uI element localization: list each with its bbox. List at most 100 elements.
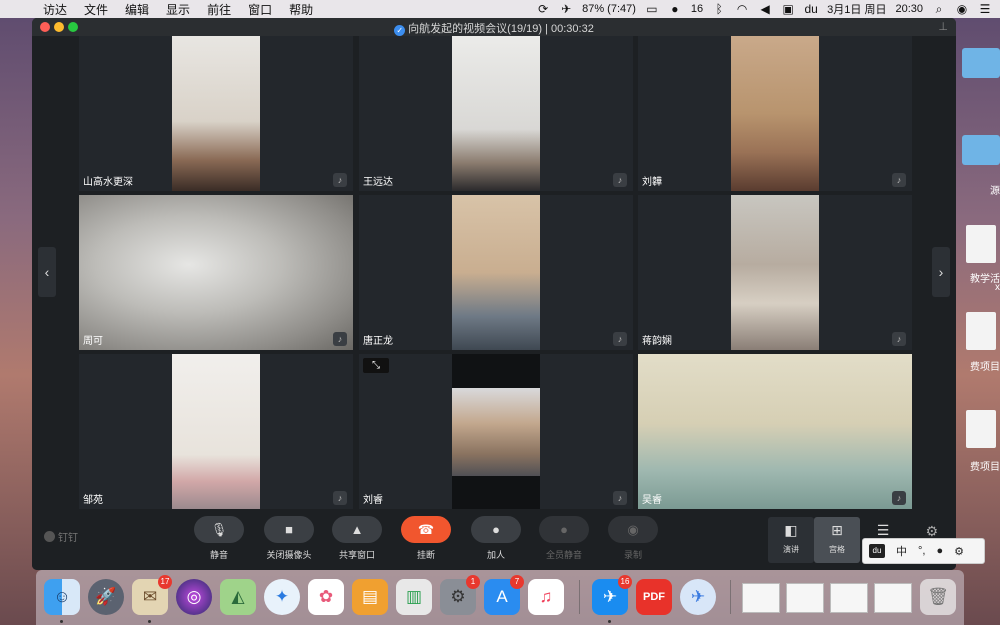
video-tile[interactable]: 蒋韵娴 ♪: [638, 195, 912, 350]
battery-status[interactable]: 87% (7:47): [582, 3, 636, 15]
search-icon[interactable]: ⌕: [932, 3, 946, 15]
hangup-icon: ☎: [401, 516, 451, 543]
volume-icon[interactable]: ◀: [758, 3, 772, 15]
mic-muted-icon: ♪: [333, 173, 347, 187]
pin-icon[interactable]: ⊥: [938, 20, 948, 33]
minimized-window-thumbnail[interactable]: [874, 583, 912, 613]
display-icon[interactable]: ▣: [781, 3, 795, 15]
minimized-window-thumbnail[interactable]: [742, 583, 780, 613]
menubar-time[interactable]: 20:30: [895, 3, 923, 15]
menubar-date[interactable]: 3月1日 周日: [827, 1, 886, 17]
participant-name: 山高水更深: [83, 177, 133, 188]
dingtalk-icon[interactable]: ✈ 16: [592, 575, 632, 615]
launchpad-icon[interactable]: 🚀: [88, 579, 124, 615]
grid-view-button[interactable]: ⊞ 宫格: [814, 517, 860, 563]
wifi-icon[interactable]: ◠: [735, 3, 749, 15]
desktop-item-label[interactable]: x: [965, 282, 1000, 293]
minimized-window-thumbnail[interactable]: [786, 583, 824, 613]
finder-icon[interactable]: ☺: [44, 579, 80, 615]
pdf-expert-icon[interactable]: PDF: [636, 579, 672, 615]
video-tile[interactable]: 吴睿 ♪: [638, 354, 912, 509]
desktop-folder-icon[interactable]: [962, 135, 1000, 165]
menu-bar: 访达 文件 编辑 显示 前往 窗口 帮助 ⟳ ✈ 87% (7:47) ▭ ● …: [0, 0, 1000, 18]
menu-item-finder[interactable]: 访达: [43, 1, 67, 18]
mic-muted-icon: ♪: [613, 491, 627, 505]
desktop-item-label[interactable]: 费项目: [960, 458, 1000, 473]
add-person-icon: ●: [471, 516, 521, 543]
call-toolbar: 钉钉 🎙 静音 ■ 关闭摄像头 ▲ 共享窗口 ☎ 挂断 ● 加人 ● 全员静音 …: [32, 509, 956, 570]
music-icon[interactable]: ♫: [528, 579, 564, 615]
desktop-item-label[interactable]: 源: [968, 182, 1000, 197]
desktop-item-label[interactable]: 费项目: [960, 358, 1000, 373]
record-button[interactable]: ◉ 录制: [603, 516, 663, 561]
ime-settings-icon[interactable]: ⚙: [954, 545, 964, 558]
participant-name: 周可: [83, 336, 103, 347]
bluetooth-icon[interactable]: ᛒ: [712, 3, 726, 15]
desktop-document-icon[interactable]: [966, 410, 996, 448]
running-indicator: [148, 620, 151, 623]
speaker-view-button[interactable]: ◧ 演讲: [768, 517, 814, 563]
apple-menu-icon[interactable]: [14, 2, 26, 16]
app-store-icon[interactable]: A7: [484, 575, 524, 615]
mute-all-button[interactable]: ● 全员静音: [534, 516, 594, 561]
control-center-icon[interactable]: ☰: [978, 3, 992, 15]
ime-mode-toggle[interactable]: 中: [896, 543, 907, 559]
menu-item-window[interactable]: 窗口: [248, 1, 272, 18]
baidu-input-icon[interactable]: du: [804, 3, 818, 15]
menu-item-help[interactable]: 帮助: [289, 1, 313, 18]
mic-muted-icon: ♪: [892, 332, 906, 346]
siri-icon[interactable]: ◎: [176, 579, 212, 615]
running-indicator: [608, 620, 611, 623]
numbers-icon[interactable]: ▥: [396, 579, 432, 615]
video-tile[interactable]: 刘韡 ♪: [638, 36, 912, 191]
mail-icon[interactable]: ✉ 17: [132, 575, 172, 615]
desktop-document-icon[interactable]: [966, 225, 996, 263]
baidu-logo-icon[interactable]: du: [869, 544, 885, 558]
ime-emoji-icon[interactable]: ●: [936, 545, 943, 557]
expand-icon[interactable]: ⤡: [363, 358, 389, 373]
record-icon: ◉: [608, 516, 658, 543]
system-preferences-icon[interactable]: ⚙ 1: [440, 575, 480, 615]
camera-off-button[interactable]: ■ 关闭摄像头: [259, 516, 319, 561]
keynote-icon[interactable]: ▤: [352, 579, 388, 615]
share-screen-icon: ▲: [332, 516, 382, 543]
desktop-folder-icon[interactable]: [962, 48, 1000, 78]
title-bar[interactable]: ✓ 向航发起的视频会议(19/19) | 00:30:32 ⊥: [32, 18, 956, 36]
menu-item-view[interactable]: 显示: [166, 1, 190, 18]
maps-icon[interactable]: ◭: [220, 579, 256, 615]
video-tile[interactable]: ⤡ 刘睿 ♪: [359, 354, 633, 509]
participant-video: [452, 388, 540, 476]
share-window-button[interactable]: ▲ 共享窗口: [327, 516, 387, 561]
participant-video: [638, 354, 912, 509]
ime-punctuation-toggle[interactable]: °,: [918, 545, 925, 557]
dock-separator: [730, 580, 731, 614]
next-page-button[interactable]: ›: [932, 247, 950, 297]
menu-item-go[interactable]: 前往: [207, 1, 231, 18]
previous-page-button[interactable]: ‹: [38, 247, 56, 297]
video-tile[interactable]: 王远达 ♪: [359, 36, 633, 191]
notification-badge: 1: [466, 575, 480, 589]
mic-muted-icon: ♪: [613, 332, 627, 346]
desktop-document-icon[interactable]: [966, 312, 996, 350]
add-person-button[interactable]: ● 加人: [466, 516, 526, 561]
video-grid: 山高水更深 ♪ 王远达 ♪ 刘韡 ♪ 周可 ♪ 唐正龙 ♪ 蒋韵娴 ♪ 邹苑 ♪…: [79, 36, 913, 509]
bird-icon[interactable]: ✈: [559, 3, 573, 15]
video-tile[interactable]: 唐正龙 ♪: [359, 195, 633, 350]
participant-video: [172, 354, 260, 509]
safari-icon[interactable]: ✦: [264, 579, 300, 615]
notification-icon[interactable]: ●: [668, 3, 682, 15]
hangup-button[interactable]: ☎ 挂断: [396, 516, 456, 561]
video-tile[interactable]: 周可 ♪: [79, 195, 353, 350]
trash-icon[interactable]: 🗑: [920, 579, 956, 615]
video-tile[interactable]: 山高水更深 ♪: [79, 36, 353, 191]
sync-icon[interactable]: ⟳: [536, 3, 550, 15]
minimized-window-thumbnail[interactable]: [830, 583, 868, 613]
video-tile[interactable]: 邹苑 ♪: [79, 354, 353, 509]
menu-item-file[interactable]: 文件: [84, 1, 108, 18]
menu-item-edit[interactable]: 编辑: [125, 1, 149, 18]
input-method-bar[interactable]: du 中 °, ● ⚙: [862, 538, 985, 564]
feishu-icon[interactable]: ✈: [680, 579, 716, 615]
siri-icon[interactable]: ◉: [955, 3, 969, 15]
mute-button[interactable]: 🎙 静音: [189, 516, 249, 561]
photos-icon[interactable]: ✿: [308, 579, 344, 615]
